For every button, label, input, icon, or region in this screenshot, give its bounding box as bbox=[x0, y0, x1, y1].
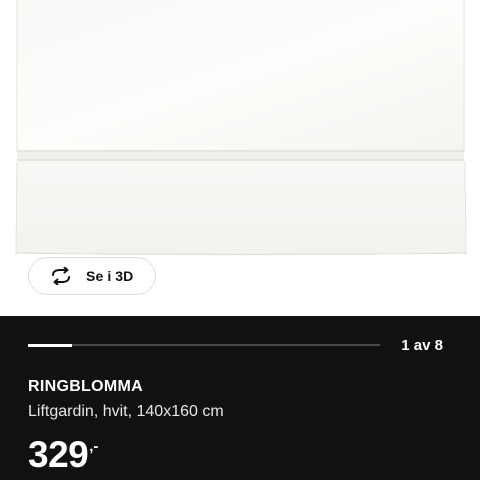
product-image-gallery[interactable]: Se i 3D bbox=[0, 0, 480, 316]
view-in-3d-button[interactable]: Se i 3D bbox=[28, 257, 156, 295]
slide-counter: 1 av 8 bbox=[401, 337, 443, 354]
product-price: 329 ,- bbox=[28, 434, 98, 476]
view-in-3d-label: Se i 3D bbox=[86, 268, 134, 284]
product-name: RINGBLOMMA bbox=[28, 378, 143, 395]
gallery-progress-fill bbox=[28, 343, 72, 347]
gallery-progress-bar[interactable] bbox=[28, 343, 380, 347]
product-description: Liftgardin, hvit, 140x160 cm bbox=[28, 403, 224, 420]
price-suffix: ,- bbox=[89, 438, 99, 455]
price-amount: 329 bbox=[28, 434, 89, 475]
rotate-arrows-icon bbox=[50, 266, 74, 286]
product-screen: Se i 3D 1 av 8 RINGBLOMMA Liftgardin, hv… bbox=[0, 0, 480, 480]
